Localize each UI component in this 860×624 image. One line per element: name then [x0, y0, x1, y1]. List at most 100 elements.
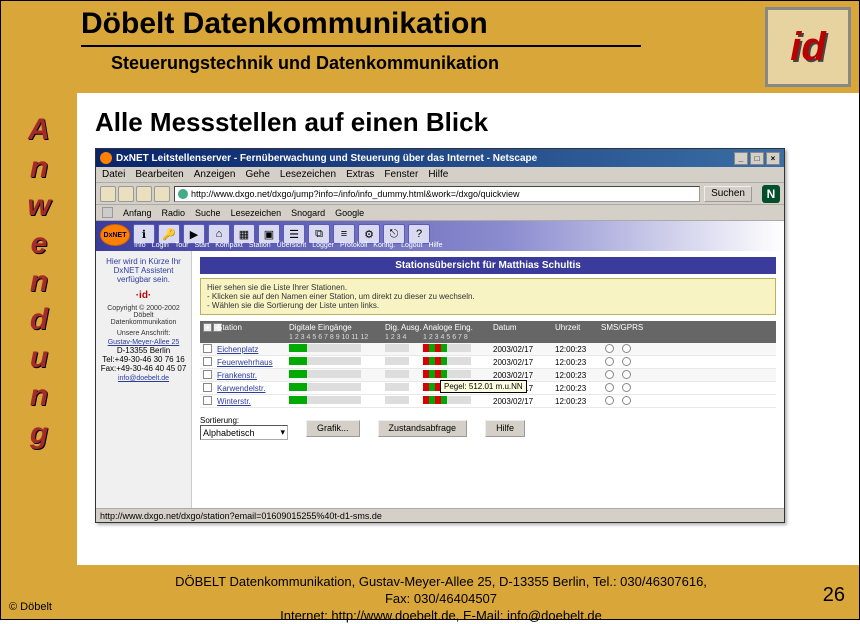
- row-checkbox[interactable]: [203, 357, 212, 366]
- sms-radio[interactable]: [605, 344, 614, 353]
- sidebar-letter: n: [30, 263, 48, 301]
- menu-item[interactable]: Extras: [346, 169, 374, 180]
- slide: Döbelt Datenkommunikation Steuerungstech…: [0, 0, 860, 620]
- row-sms-gprs: [601, 370, 651, 381]
- app-toolbar: DxNET ℹ🔑▶⌂▦▣☰⧉≡⚙⎋? InfoLoginTourStartKom…: [96, 221, 784, 251]
- bookmark-link[interactable]: Snogard: [291, 208, 325, 218]
- address-input[interactable]: http://www.dxgo.net/dxgo/jump?info=/info…: [174, 186, 700, 202]
- menu-item[interactable]: Datei: [102, 169, 125, 180]
- grafik-button[interactable]: Grafik...: [306, 420, 360, 437]
- col-date[interactable]: Datum: [493, 323, 555, 332]
- address-email-link[interactable]: info@doebelt.de: [118, 375, 169, 382]
- sidebar-letter: g: [30, 415, 48, 453]
- app-menu-kompakt[interactable]: ▦: [233, 224, 255, 244]
- sidebar-letter: A: [28, 111, 50, 149]
- search-button[interactable]: Suchen: [704, 186, 752, 202]
- row-checkbox[interactable]: [203, 370, 212, 379]
- minimize-button[interactable]: _: [734, 152, 748, 165]
- bookmark-link[interactable]: Anfang: [123, 208, 152, 218]
- netscape-logo-icon: N: [762, 185, 780, 203]
- copyright-label: © Döbelt: [9, 601, 52, 613]
- bookmark-link[interactable]: Google: [335, 208, 364, 218]
- sms-radio[interactable]: [605, 357, 614, 366]
- station-link[interactable]: Karwendelstr.: [217, 384, 265, 393]
- app-menu-protokoll[interactable]: ≡: [333, 224, 355, 244]
- home-icon[interactable]: [102, 207, 113, 218]
- row-time: 12:00:23: [555, 397, 601, 406]
- app-menu-start[interactable]: ⌂: [208, 224, 230, 244]
- maximize-button[interactable]: □: [750, 152, 764, 165]
- digital-in-leds: [289, 357, 385, 367]
- stop-button[interactable]: [154, 186, 170, 202]
- sms-radio[interactable]: [605, 383, 614, 392]
- window-titlebar[interactable]: DxNET Leitstellenserver - Fernüberwachun…: [96, 149, 784, 167]
- title-rule: [81, 45, 641, 47]
- address-line1-link[interactable]: Gustav-Meyer-Allee 25: [108, 339, 180, 346]
- sms-radio[interactable]: [605, 370, 614, 379]
- col-digital-out: Dig. Ausg.: [385, 323, 423, 332]
- sort-select[interactable]: Alphabetisch▾: [200, 425, 288, 440]
- forward-button[interactable]: [118, 186, 134, 202]
- row-time: 12:00:23: [555, 358, 601, 367]
- row-checkbox[interactable]: [203, 344, 212, 353]
- app-menu-label: Start: [194, 242, 209, 251]
- gprs-radio[interactable]: [622, 370, 631, 379]
- zustand-button[interactable]: Zustandsabfrage: [378, 420, 468, 437]
- content-area: Alle Messstellen auf einen Blick DxNET L…: [77, 93, 859, 565]
- app-menu-station[interactable]: ▣: [258, 224, 280, 244]
- menu-item[interactable]: Fenster: [384, 169, 418, 180]
- chevron-down-icon: ▾: [280, 427, 285, 438]
- row-checkbox[interactable]: [203, 396, 212, 405]
- app-menu-übersicht[interactable]: ☰: [283, 224, 305, 244]
- reload-button[interactable]: [136, 186, 152, 202]
- expand-all-button[interactable]: +: [203, 323, 212, 332]
- menu-item[interactable]: Lesezeichen: [280, 169, 336, 180]
- sms-radio[interactable]: [605, 396, 614, 405]
- gprs-radio[interactable]: [622, 396, 631, 405]
- sidebar-letter: e: [31, 225, 48, 263]
- app-menu-tour[interactable]: ▶: [183, 224, 205, 244]
- row-time: 12:00:23: [555, 345, 601, 354]
- station-link[interactable]: Eichenplatz: [217, 345, 258, 354]
- menu-item[interactable]: Anzeigen: [194, 169, 236, 180]
- browser-viewport: DxNET ℹ🔑▶⌂▦▣☰⧉≡⚙⎋? InfoLoginTourStartKom…: [96, 221, 784, 508]
- menu-item[interactable]: Bearbeiten: [135, 169, 183, 180]
- row-checkbox[interactable]: [203, 383, 212, 392]
- app-menu-konfig.[interactable]: ⚙: [358, 224, 380, 244]
- table-row: Eichenplatz 2003/02/1712:00:23: [200, 343, 776, 356]
- menu-item[interactable]: Hilfe: [428, 169, 448, 180]
- app-menu-hilfe[interactable]: ?: [408, 224, 430, 244]
- analog-in-leds: [423, 370, 493, 380]
- app-menu-label: Logout: [401, 242, 422, 251]
- gprs-radio[interactable]: [622, 344, 631, 353]
- app-menu-label: Protokoll: [340, 242, 367, 251]
- bookmark-link[interactable]: Radio: [162, 208, 186, 218]
- address-heading: Unsere Anschrift:: [100, 330, 187, 337]
- app-menu-login[interactable]: 🔑: [158, 224, 180, 244]
- row-sms-gprs: [601, 344, 651, 355]
- station-link[interactable]: Feuerwehrhaus: [217, 358, 273, 367]
- app-menu-label: Station: [249, 242, 271, 251]
- header-bar: Döbelt Datenkommunikation Steuerungstech…: [1, 1, 859, 93]
- menu-item[interactable]: Gehe: [245, 169, 269, 180]
- bookmark-toolbar: Anfang Radio Suche Lesezeichen Snogard Google: [96, 205, 784, 221]
- station-link[interactable]: Frankenstr.: [217, 371, 257, 380]
- content-title: Alle Messstellen auf einen Blick: [95, 107, 841, 138]
- main-title: Döbelt Datenkommunikation: [81, 7, 721, 41]
- hilfe-button[interactable]: Hilfe: [485, 420, 525, 437]
- bookmark-link[interactable]: Lesezeichen: [231, 208, 282, 218]
- bookmark-link[interactable]: Suche: [195, 208, 221, 218]
- address-toolbar: http://www.dxgo.net/dxgo/jump?info=/info…: [96, 183, 784, 205]
- back-button[interactable]: [100, 186, 116, 202]
- app-menu-info[interactable]: ℹ: [133, 224, 155, 244]
- station-link[interactable]: Winterstr.: [217, 397, 251, 406]
- gprs-radio[interactable]: [622, 383, 631, 392]
- app-menu-logger[interactable]: ⧉: [308, 224, 330, 244]
- app-menu-logout[interactable]: ⎋: [383, 224, 405, 244]
- sidebar-letter: n: [30, 149, 48, 187]
- gprs-radio[interactable]: [622, 357, 631, 366]
- sort-label: Sortierung:: [200, 416, 288, 425]
- row-date: 2003/02/17: [493, 345, 555, 354]
- close-button[interactable]: ×: [766, 152, 780, 165]
- col-station[interactable]: Station: [217, 323, 289, 332]
